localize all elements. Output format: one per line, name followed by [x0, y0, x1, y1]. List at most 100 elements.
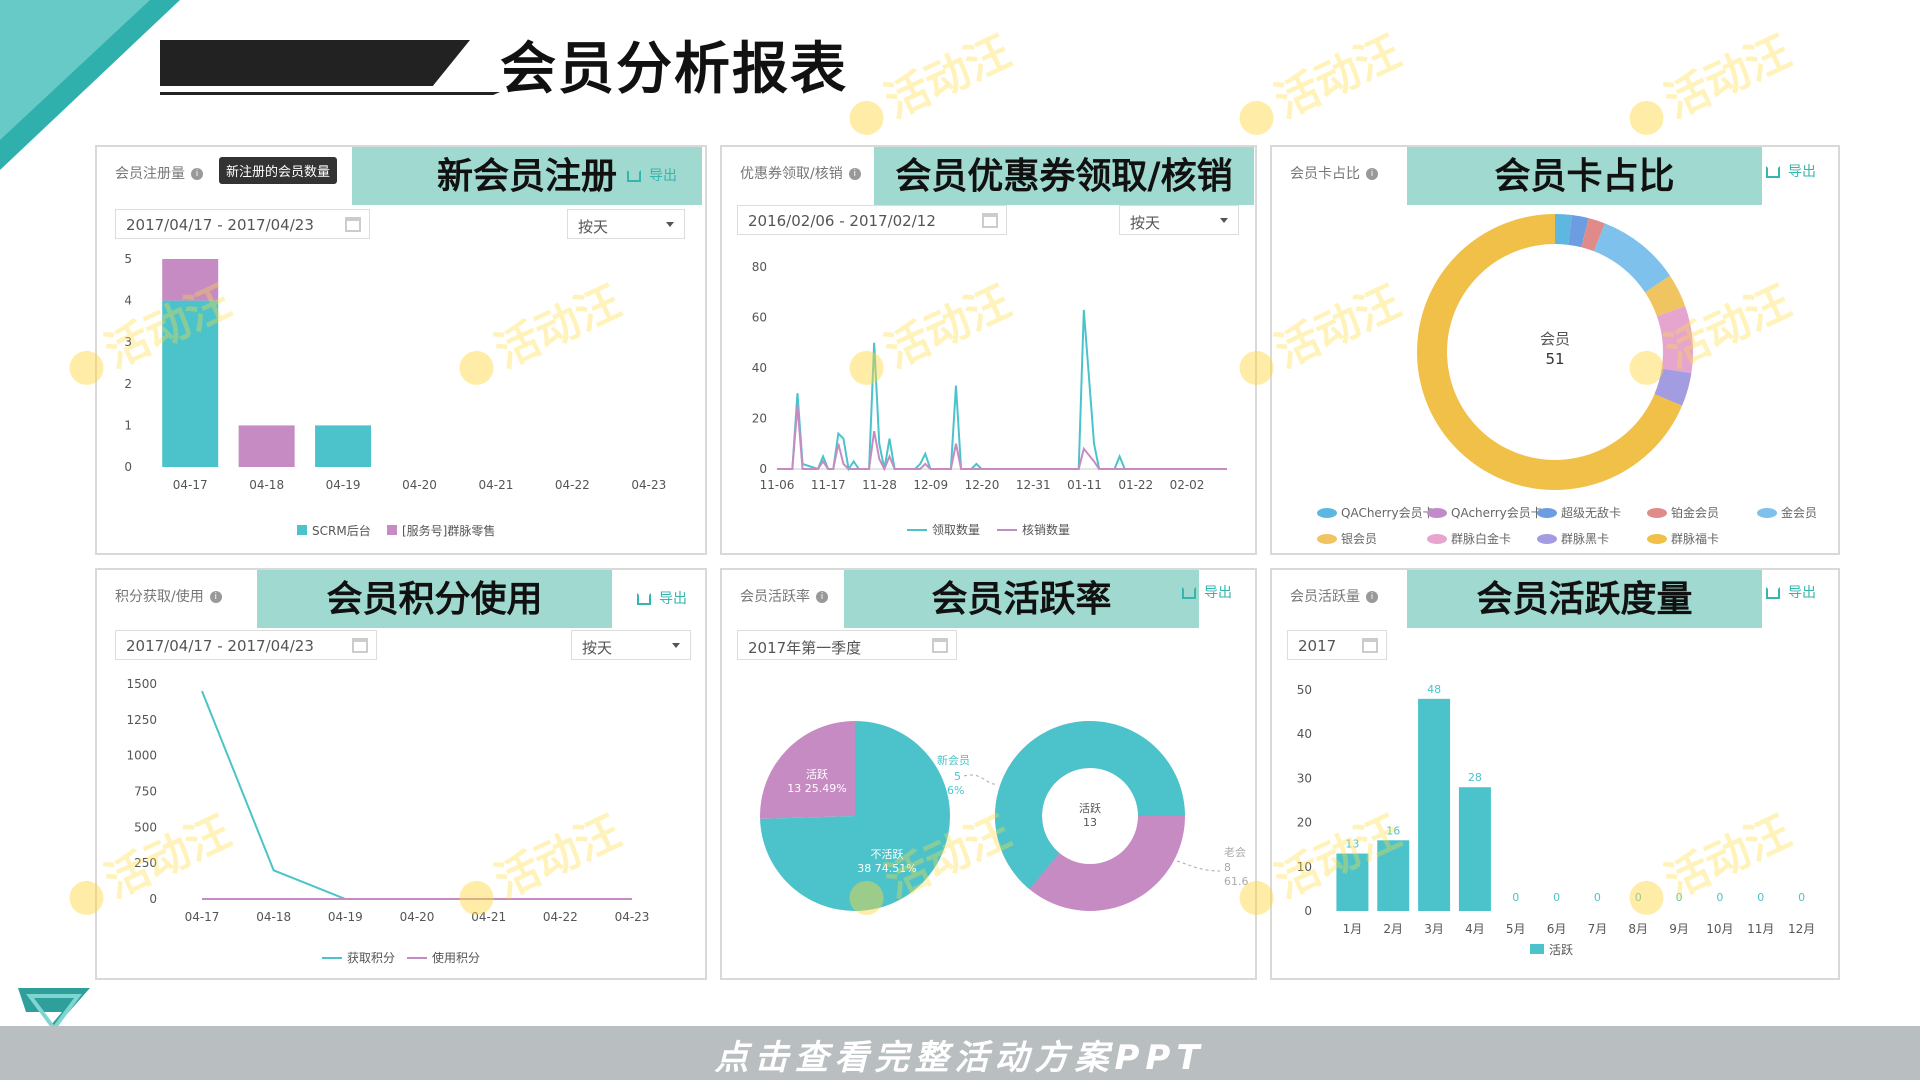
legend-label: 银会员 [1341, 532, 1377, 546]
legend-label: 群脉黑卡 [1561, 531, 1609, 546]
y-tick-label: 750 [134, 785, 157, 799]
y-tick-label: 0 [124, 460, 132, 474]
points-line-chart: 0 250 500 750 1000 1250 1500 04-17 04-18 04-19 04-… [126, 677, 650, 965]
chevron-down-icon [666, 222, 674, 227]
mascot-icon [843, 95, 890, 141]
export-button[interactable]: 导出 [627, 165, 677, 185]
data-label: 13 [1345, 838, 1359, 851]
callout-pct: 6% [947, 784, 964, 797]
legend-swatch [1647, 508, 1667, 518]
info-icon[interactable]: i [848, 168, 861, 180]
callout-line [963, 774, 998, 785]
export-icon [627, 170, 641, 182]
quarter-input[interactable]: 2017年第一季度 [737, 630, 957, 660]
info-icon[interactable]: i [1366, 168, 1378, 180]
header-underline [160, 92, 500, 95]
legend-swatch [1530, 944, 1544, 954]
export-button[interactable]: 导出 [637, 588, 687, 608]
x-tick-label: 3月 [1424, 922, 1444, 936]
date-range-input[interactable]: 2016/02/06 - 2017/02/12 [737, 205, 1007, 235]
data-label: 0 [1757, 891, 1764, 904]
panel-banner: 会员活跃度量 [1407, 570, 1762, 628]
legend-swatch [1537, 508, 1557, 518]
x-tick-label: 04-19 [326, 478, 361, 492]
footer-link[interactable]: 点击查看完整活动方案PPT [0, 1030, 1920, 1079]
bar [162, 259, 219, 301]
y-tick-label: 30 [1297, 771, 1312, 785]
panel-activity-rate: 会员活跃率 i 会员活跃率 导出 2017年第一季度 活跃 13 25.49% 不活跃… [720, 568, 1257, 980]
y-tick-label: 50 [1297, 683, 1312, 697]
export-button[interactable]: 导出 [1766, 161, 1816, 181]
year-input[interactable]: 2017 [1287, 630, 1387, 660]
export-icon [1182, 587, 1196, 599]
y-tick-label: 1250 [126, 713, 157, 727]
page-title: 会员分析报表 [500, 36, 848, 102]
info-icon[interactable]: i [1366, 591, 1378, 603]
x-tick-label: 01-11 [1067, 478, 1102, 492]
legend-swatch [1537, 534, 1557, 544]
granularity-select[interactable]: 按天 [567, 209, 685, 239]
data-label: 0 [1716, 891, 1723, 904]
coupon-line-chart: 0 20 40 60 80 11-06 11-17 11-28 12-09 12-20 12-31 0… [752, 260, 1227, 537]
donut-slice [1656, 306, 1693, 374]
y-tick-label: 250 [134, 856, 157, 870]
chevron-down-icon [672, 643, 680, 648]
granularity-select[interactable]: 按天 [571, 630, 691, 660]
date-range-input[interactable]: 2017/04/17 - 2017/04/23 [115, 630, 377, 660]
x-tick-label: 04-17 [173, 478, 208, 492]
panel-member-card: 会员卡占比 i 会员卡占比 导出 会员 51 QACherry会员卡 QAcherry会… [1270, 145, 1840, 555]
date-range-input[interactable]: 2017/04/17 - 2017/04/23 [115, 209, 370, 239]
series-line [777, 309, 1227, 472]
activity-pies: 活跃13 25.49%不活跃38 74.51%新会员56%活跃13老会861.6 [760, 721, 1249, 911]
panel-label: 会员注册量 i [115, 163, 203, 183]
slice-label: 不活跃 [871, 847, 904, 861]
panel-banner: 会员活跃率 [844, 570, 1199, 628]
x-tick-label: 12-20 [965, 478, 1000, 492]
x-tick-label: 04-17 [185, 910, 220, 924]
y-tick-label: 80 [752, 260, 767, 274]
x-tick-label: 1月 [1343, 922, 1363, 936]
x-tick-label: 04-23 [615, 910, 650, 924]
legend-swatch [387, 525, 397, 535]
legend-label: 领取数量 [932, 522, 980, 537]
panel-points: 积分获取/使用 i 会员积分使用 导出 2017/04/17 - 2017/04/… [95, 568, 707, 980]
y-tick-label: 500 [134, 820, 157, 834]
x-tick-label: 04-23 [631, 478, 666, 492]
callout-label: 老会 [1224, 846, 1246, 859]
export-icon [1766, 587, 1780, 599]
watermark: 活动汪 [1225, 16, 1410, 148]
slice-value: 13 25.49% [787, 782, 846, 795]
x-tick-label: 12-09 [913, 478, 948, 492]
export-button[interactable]: 导出 [1766, 582, 1816, 602]
y-tick-label: 0 [1304, 904, 1312, 918]
y-tick-label: 40 [752, 361, 767, 375]
calendar-icon [345, 217, 361, 232]
series-line [777, 405, 1227, 472]
info-icon[interactable]: i [816, 591, 828, 603]
header-decoration-light [0, 0, 150, 140]
y-tick-label: 3 [124, 335, 132, 349]
granularity-select[interactable]: 按天 [1119, 205, 1239, 235]
legend-label: 超级无敌卡 [1561, 505, 1621, 520]
calendar-icon [1362, 638, 1378, 653]
x-tick-label: 11-06 [760, 478, 795, 492]
export-icon [1766, 166, 1780, 178]
legend-label: 获取积分 [347, 951, 395, 965]
slice-label: 活跃 [806, 767, 828, 781]
callout-value: 5 [954, 770, 961, 783]
data-label: 0 [1553, 891, 1560, 904]
panel-label: 积分获取/使用 i [115, 586, 222, 606]
slice-value: 38 74.51% [857, 862, 916, 875]
panel-banner: 会员积分使用 [257, 570, 612, 628]
x-tick-label: 5月 [1506, 922, 1526, 936]
legend-label: QAcherry会员卡 [1451, 506, 1543, 520]
info-icon[interactable]: i [191, 168, 203, 180]
export-button[interactable]: 导出 [1182, 582, 1232, 602]
info-icon[interactable]: i [209, 591, 222, 603]
x-tick-label: 9月 [1669, 922, 1689, 936]
data-label: 0 [1676, 891, 1683, 904]
data-label: 48 [1427, 683, 1441, 696]
x-tick-label: 01-22 [1118, 478, 1153, 492]
panel-member-registration: 会员注册量 i 新注册的会员数量 新会员注册 导出 2017/04/17 - 20… [95, 145, 707, 555]
x-tick-label: 12月 [1788, 922, 1815, 936]
